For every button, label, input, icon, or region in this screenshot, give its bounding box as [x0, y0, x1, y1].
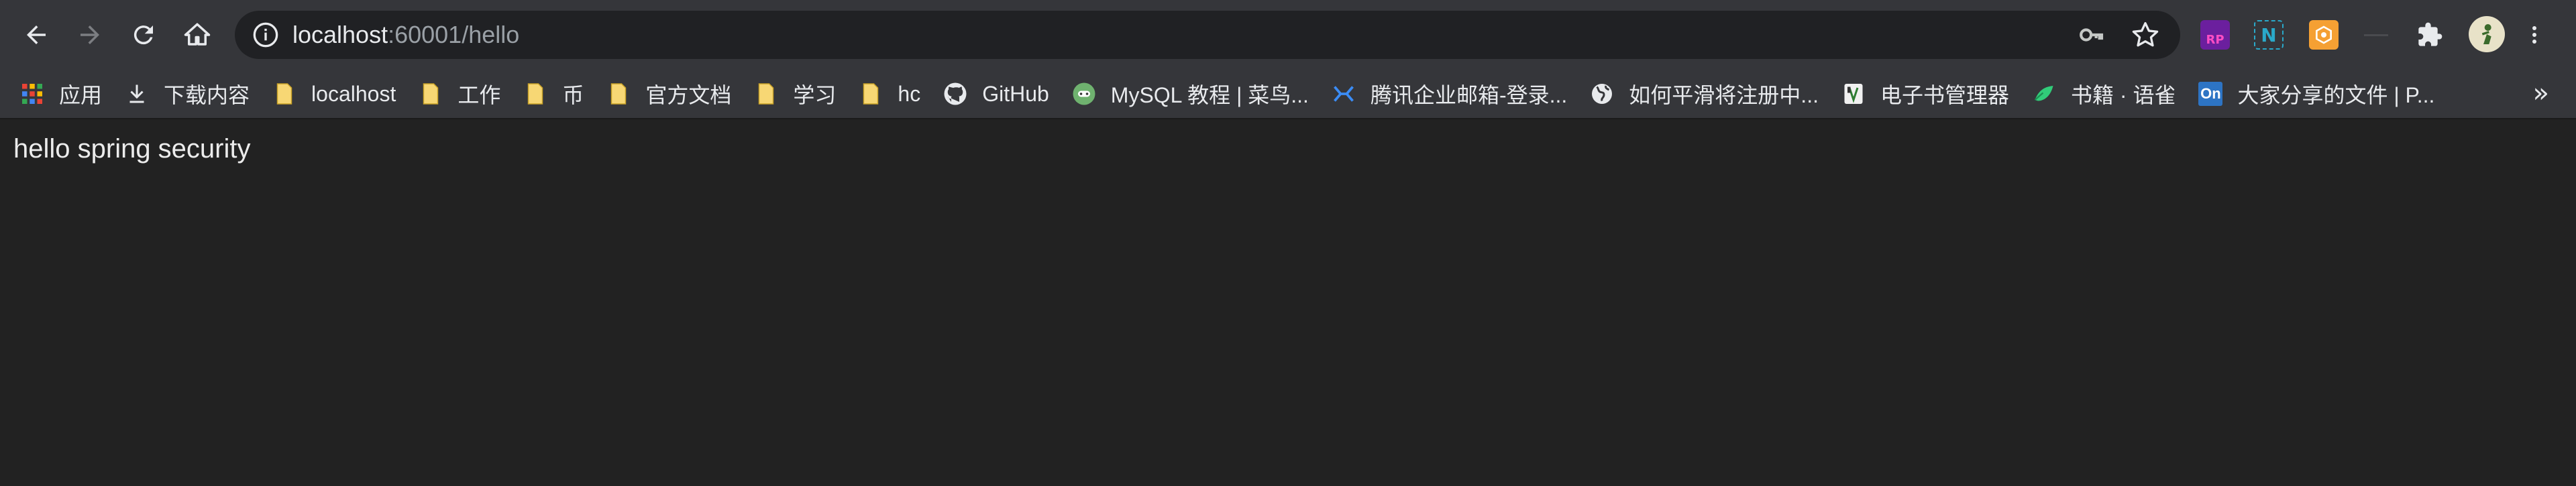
folder-icon: [759, 83, 774, 105]
bookmark-label: hc: [898, 81, 921, 106]
bookmark-mysql-runoob[interactable]: MySQL 教程 | 菜鸟...: [1072, 75, 1309, 113]
arrow-left-icon: [27, 25, 46, 44]
bookmarks-bar: 应用 下载内容 localhost 工作 币 官方文档 学习 hc GitHub…: [0, 70, 2576, 119]
star-icon[interactable]: [2131, 20, 2160, 50]
bookmark-folder-coin[interactable]: 币: [523, 75, 584, 113]
bookmark-label: 应用: [59, 83, 103, 107]
bookmark-folder-hc[interactable]: hc: [859, 75, 920, 113]
hidden-extension-icon[interactable]: [2361, 20, 2391, 50]
orange-extension-icon[interactable]: [2309, 20, 2339, 50]
bookmark-label: 书籍 · 语雀: [2071, 83, 2176, 107]
download-icon: [129, 84, 144, 103]
bookmark-downloads[interactable]: 下载内容: [125, 75, 250, 113]
bookmark-github[interactable]: GitHub: [943, 75, 1049, 113]
extensions-button[interactable]: [2415, 20, 2445, 50]
url-path: :60001/hello: [388, 21, 520, 48]
menu-button[interactable]: [2526, 20, 2542, 50]
arrow-right-icon: [80, 25, 99, 44]
on-icon-label: On: [2200, 85, 2221, 102]
globe-icon: [1592, 84, 1613, 104]
bookmark-label: 大家分享的文件 | P...: [2237, 83, 2435, 107]
bookmark-registry-article[interactable]: 如何平滑将注册中...: [1590, 75, 1819, 113]
axure-rp-extension-icon[interactable]: RP: [2200, 20, 2230, 50]
bookmark-shared-files[interactable]: On 大家分享的文件 | P...: [2198, 75, 2434, 113]
rp-label: RP: [2206, 32, 2224, 47]
on-icon: On: [2198, 82, 2223, 106]
reload-icon: [133, 25, 153, 45]
yuque-icon: [2034, 86, 2053, 101]
apps-grid-icon: [22, 84, 42, 104]
bookmark-label: 官方文档: [645, 83, 732, 107]
bookmark-label: MySQL 教程 | 菜鸟...: [1110, 83, 1309, 107]
github-icon: [944, 82, 967, 105]
folder-icon: [611, 83, 627, 105]
avatar-figure-icon: [2481, 24, 2491, 44]
kebab-menu-icon: [2532, 26, 2536, 44]
bookmark-label: 下载内容: [164, 83, 250, 107]
home-icon: [184, 23, 211, 46]
page-body-text: hello spring security: [13, 134, 251, 164]
reload-button[interactable]: [123, 15, 164, 55]
bookmark-folder-study[interactable]: 学习: [754, 75, 836, 113]
folder-icon: [423, 83, 439, 105]
bookmark-label: 币: [562, 83, 584, 107]
folder-icon: [276, 83, 292, 105]
info-icon[interactable]: [252, 21, 279, 48]
ebook-icon: [1844, 84, 1863, 104]
back-button[interactable]: [16, 15, 56, 55]
url-host: localhost: [292, 21, 388, 48]
folder-icon: [863, 83, 879, 105]
bookmark-ebook-manager[interactable]: 电子书管理器: [1841, 75, 2009, 113]
bookmark-folder-work[interactable]: 工作: [419, 75, 500, 113]
page-content: hello spring security: [0, 119, 2576, 486]
browser-toolbar: localhost:60001/hello RP N: [0, 0, 2576, 70]
profile-avatar[interactable]: [2469, 16, 2505, 52]
bookmark-folder-localhost[interactable]: localhost: [272, 75, 396, 113]
hexagon-icon: [2316, 25, 2332, 44]
n-extension-icon[interactable]: N: [2254, 20, 2284, 50]
bookmark-label: 如何平滑将注册中...: [1629, 83, 1819, 107]
folder-icon: [528, 83, 543, 105]
bookmark-tencent-mail[interactable]: 腾讯企业邮箱-登录...: [1332, 75, 1567, 113]
key-icon[interactable]: [2078, 21, 2105, 48]
bookmark-yuque[interactable]: 书籍 · 语雀: [2032, 75, 2176, 113]
bookmark-apps[interactable]: 应用: [20, 75, 102, 113]
home-button[interactable]: [177, 15, 217, 55]
address-bar[interactable]: localhost:60001/hello: [235, 11, 2180, 59]
bookmark-label: localhost: [311, 81, 396, 106]
forward-button[interactable]: [70, 15, 110, 55]
n-label: N: [2261, 23, 2277, 46]
puzzle-icon: [2418, 22, 2443, 46]
bookmark-folder-docs[interactable]: 官方文档: [606, 75, 731, 113]
bookmark-label: 电子书管理器: [1880, 83, 2009, 107]
bookmark-label: GitHub: [982, 81, 1049, 106]
bookmark-label: 腾讯企业邮箱-登录...: [1370, 83, 1568, 107]
tencent-mail-icon: [1334, 86, 1354, 102]
bookmark-label: 学习: [793, 83, 837, 107]
dash-placeholder: [2364, 34, 2388, 36]
url-text[interactable]: localhost:60001/hello: [292, 11, 519, 59]
bookmark-label: 工作: [458, 83, 501, 107]
bookmarks-overflow-button[interactable]: »: [2533, 78, 2549, 109]
runoob-icon: [1073, 82, 1095, 105]
